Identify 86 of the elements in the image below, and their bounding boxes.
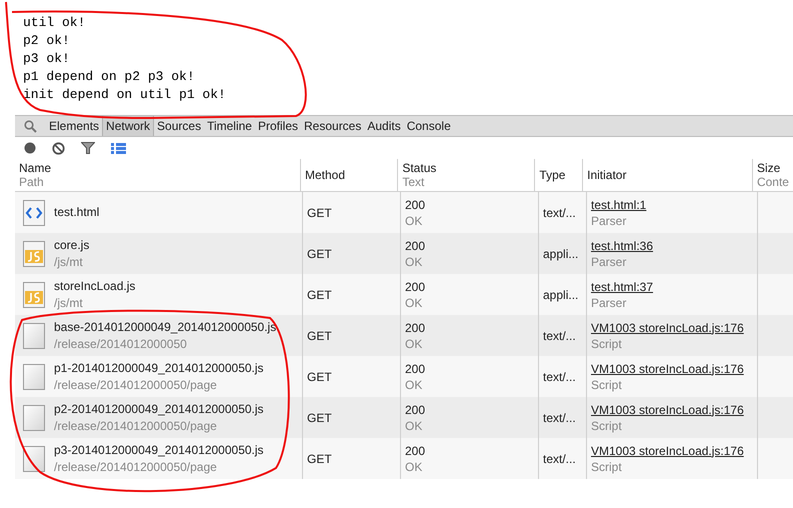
- type-text: appli...: [543, 286, 578, 304]
- html-file-icon: [23, 200, 45, 226]
- devtools-tab[interactable]: Timeline: [204, 116, 255, 136]
- column-header[interactable]: Name Path: [15, 159, 300, 191]
- console-line: p2 ok!: [23, 32, 70, 50]
- initiator-type: Script: [591, 418, 623, 434]
- initiator-link[interactable]: VM1003 storeIncLoad.js:176: [591, 442, 744, 458]
- console-line: p3 ok!: [23, 50, 70, 68]
- blank-file-icon: [23, 364, 45, 390]
- initiator-type: Script: [591, 336, 623, 352]
- console-line: util ok!: [23, 14, 86, 32]
- initiator-type: Script: [591, 376, 623, 392]
- status-code: 200: [405, 402, 426, 418]
- file-path: /release/2014012000050: [54, 336, 188, 352]
- file-path: /release/2014012000050/page: [54, 458, 218, 476]
- status-code: 200: [405, 278, 426, 294]
- devtools-tab[interactable]: Audits: [364, 116, 404, 136]
- blank-file-icon: [23, 322, 45, 348]
- blank-file-icon: [23, 404, 45, 430]
- method-text: GET: [307, 204, 332, 222]
- file-name[interactable]: p3-2014012000049_2014012000050.js: [54, 442, 264, 458]
- record-icon[interactable]: [24, 142, 36, 154]
- console-line: init depend on util p1 ok!: [23, 86, 226, 104]
- devtools-tab[interactable]: Sources: [154, 116, 204, 136]
- initiator-link[interactable]: test.html:1: [591, 196, 646, 212]
- status-text: OK: [405, 212, 424, 228]
- method-text: GET: [307, 286, 332, 304]
- initiator-link[interactable]: VM1003 storeIncLoad.js:176: [591, 320, 744, 336]
- initiator-link[interactable]: VM1003 storeIncLoad.js:176: [591, 402, 744, 418]
- type-text: appli...: [543, 246, 578, 262]
- status-text: OK: [405, 294, 424, 310]
- column-header[interactable]: Type: [534, 159, 582, 191]
- initiator-type: Parser: [591, 254, 628, 270]
- file-path: /js/mt: [54, 294, 84, 312]
- console-line: p1 depend on p2 p3 ok!: [23, 68, 195, 86]
- filter-icon[interactable]: [81, 142, 95, 154]
- type-text: text/...: [543, 410, 576, 426]
- file-name[interactable]: storeIncLoad.js: [54, 278, 136, 294]
- status-code: 200: [405, 238, 426, 254]
- status-text: OK: [405, 336, 424, 352]
- status-code: 200: [405, 196, 426, 212]
- method-text: GET: [307, 328, 332, 344]
- js-file-icon: [23, 282, 45, 308]
- initiator-link[interactable]: VM1003 storeIncLoad.js:176: [591, 360, 744, 376]
- devtools-tab[interactable]: Console: [404, 116, 454, 136]
- search-icon[interactable]: [24, 120, 37, 132]
- initiator-type: Script: [591, 458, 623, 474]
- method-text: GET: [307, 368, 332, 386]
- initiator-link[interactable]: test.html:37: [591, 278, 654, 294]
- status-code: 200: [405, 442, 426, 458]
- file-name[interactable]: p2-2014012000049_2014012000050.js: [54, 400, 264, 418]
- type-text: text/...: [543, 328, 576, 344]
- initiator-type: Parser: [591, 212, 628, 228]
- type-text: text/...: [543, 204, 576, 222]
- status-code: 200: [405, 360, 426, 376]
- file-name[interactable]: test.html: [54, 204, 100, 221]
- status-code: 200: [405, 320, 426, 336]
- method-text: GET: [307, 246, 332, 262]
- status-text: OK: [405, 458, 424, 474]
- type-text: text/...: [543, 368, 576, 386]
- initiator-type: Parser: [591, 294, 628, 310]
- devtools-tab[interactable]: Profiles: [254, 116, 301, 136]
- file-name[interactable]: p1-2014012000049_2014012000050.js: [54, 360, 264, 376]
- column-header[interactable]: Method: [300, 159, 398, 191]
- devtools-tab[interactable]: Network: [102, 116, 154, 136]
- clear-icon[interactable]: [52, 142, 65, 154]
- devtools-tab[interactable]: Resources: [301, 116, 364, 136]
- file-path: /release/2014012000050/page: [54, 418, 218, 434]
- js-file-icon: [23, 240, 45, 266]
- file-path: /js/mt: [54, 254, 84, 270]
- method-text: GET: [307, 450, 332, 468]
- column-header[interactable]: Size Conte: [752, 159, 793, 191]
- column-header[interactable]: Initiator: [582, 159, 752, 191]
- column-header[interactable]: Status Text: [397, 159, 534, 191]
- status-text: OK: [405, 376, 424, 392]
- type-text: text/...: [543, 450, 576, 468]
- devtools-tab[interactable]: Elements: [46, 116, 102, 136]
- list-view-icon[interactable]: [111, 142, 126, 154]
- file-path: /release/2014012000050/page: [54, 376, 218, 394]
- method-text: GET: [307, 410, 332, 426]
- file-name[interactable]: core.js: [54, 236, 90, 254]
- initiator-link[interactable]: test.html:36: [591, 238, 654, 254]
- blank-file-icon: [23, 446, 45, 472]
- file-name[interactable]: base-2014012000049_2014012000050.js: [54, 318, 276, 336]
- status-text: OK: [405, 254, 424, 270]
- status-text: OK: [405, 418, 424, 434]
